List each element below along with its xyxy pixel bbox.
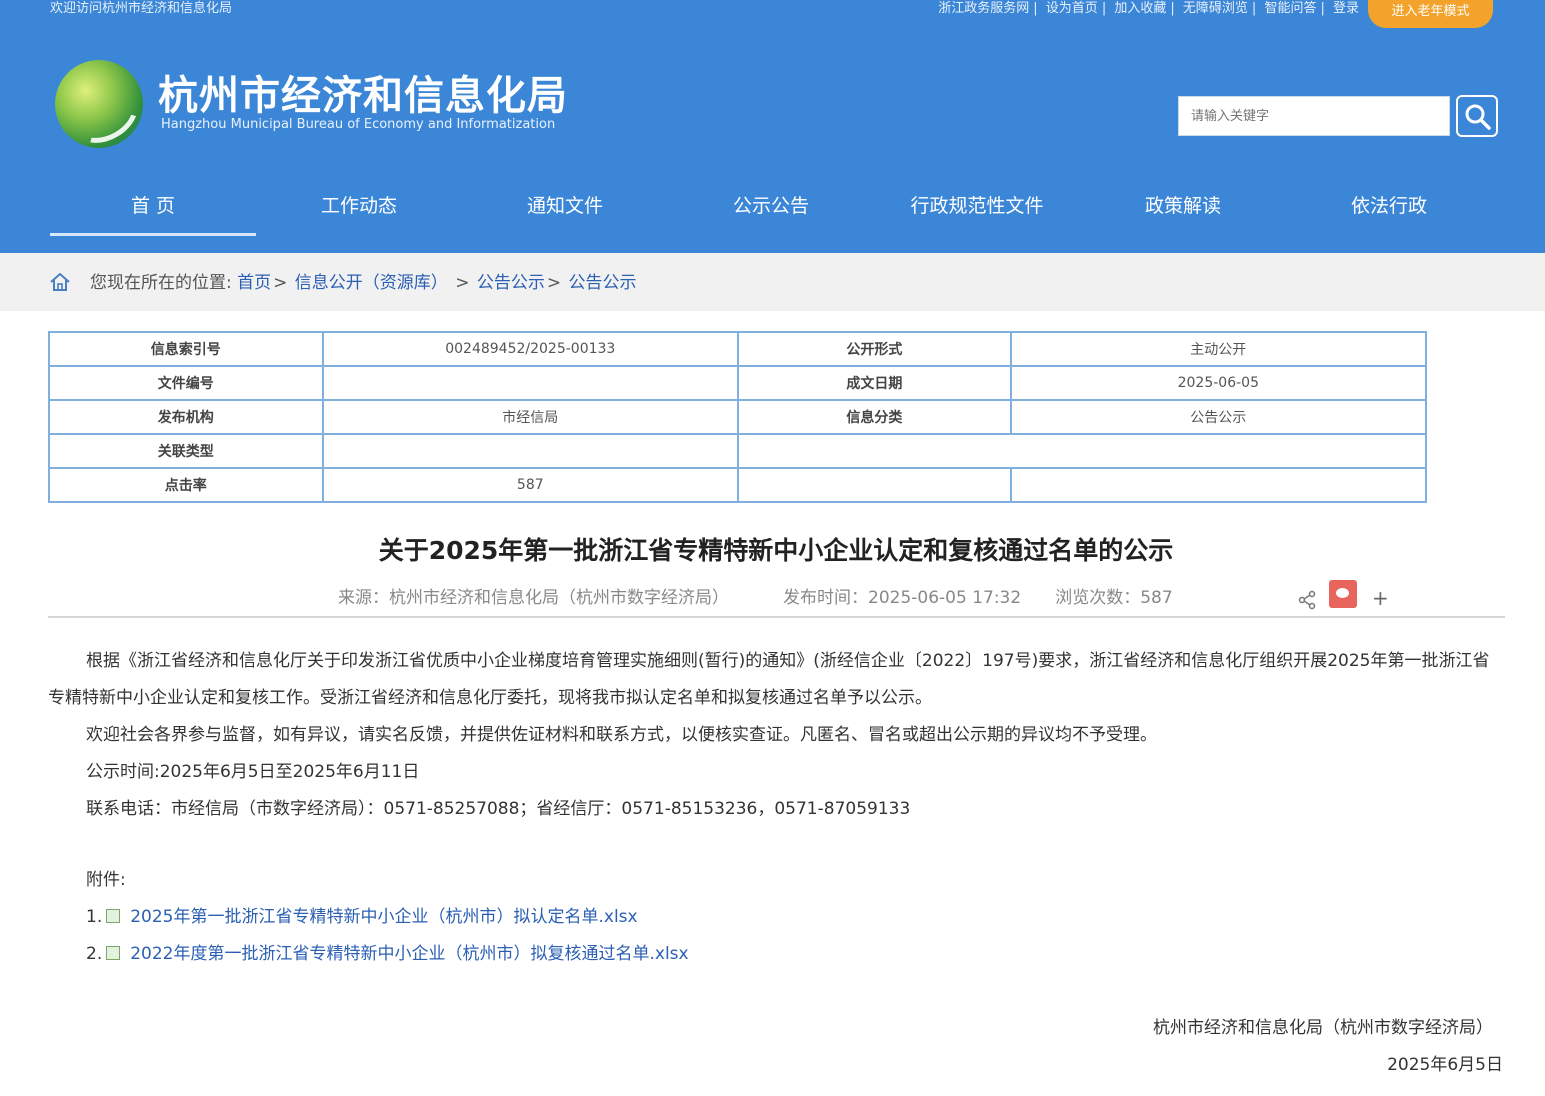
- empty-cell: [737, 433, 1427, 469]
- publisher-label: 发布机构: [48, 399, 324, 435]
- signature-org: 杭州市经济和信息化局（杭州市数字经济局）: [1153, 1018, 1493, 1038]
- link-zj-gov-service[interactable]: 浙江政务服务网: [938, 1, 1029, 16]
- breadcrumb-prefix: 您现在所在的位置:: [90, 273, 232, 293]
- nav-notices[interactable]: 通知文件: [462, 180, 668, 236]
- empty-cell: [1009, 467, 1428, 503]
- signature-date: 2025年6月5日: [1387, 1055, 1503, 1075]
- category-value: 公告公示: [1009, 399, 1428, 435]
- excel-file-icon: [106, 946, 121, 960]
- breadcrumb-info-open[interactable]: 信息公开（资源库）: [295, 273, 448, 293]
- doc-no-label: 文件编号: [48, 365, 324, 401]
- more-share-icon[interactable]: +: [1372, 586, 1389, 610]
- excel-file-icon: [106, 909, 121, 923]
- attachment-link-2[interactable]: 2022年度第一批浙江省专精特新中小企业（杭州市）拟复核通过名单.xlsx: [130, 944, 688, 964]
- article-info: 来源：杭州市经济和信息化局（杭州市数字经济局） 发布时间：2025-06-05 1…: [338, 586, 1173, 610]
- breadcrumb-announcements[interactable]: 公告公示: [477, 273, 545, 293]
- welcome-text: 欢迎访问杭州市经济和信息化局: [50, 1, 233, 16]
- table-row: 信息索引号 002489452/2025-00133 公开形式 主动公开: [48, 331, 1428, 367]
- link-smart-qa[interactable]: 智能问答: [1264, 1, 1316, 16]
- link-login[interactable]: 登录: [1333, 1, 1359, 16]
- nav-home[interactable]: 首 页: [50, 180, 256, 236]
- search-input[interactable]: [1179, 97, 1449, 135]
- nav-regulations[interactable]: 行政规范性文件: [874, 180, 1080, 236]
- article-body: 根据《浙江省经济和信息化厅关于印发浙江省优质中小企业梯度培育管理实施细则(暂行)…: [48, 643, 1505, 828]
- elder-mode-button[interactable]: 进入老年模式: [1368, 0, 1493, 28]
- search-icon: [1465, 104, 1491, 130]
- table-row: 发布机构 市经信局 信息分类 公告公示: [48, 399, 1428, 435]
- home-icon[interactable]: [48, 270, 72, 294]
- article-publish-time: 发布时间：2025-06-05 17:32: [783, 588, 1022, 608]
- date-label: 成文日期: [737, 365, 1012, 401]
- link-set-homepage[interactable]: 设为首页: [1046, 1, 1098, 16]
- nav-policy-interpretation[interactable]: 政策解读: [1080, 180, 1286, 236]
- site-header: 欢迎访问杭州市经济和信息化局 浙江政务服务网 | 设为首页 | 加入收藏 | 无障碍浏…: [0, 0, 1545, 253]
- related-label: 关联类型: [48, 433, 324, 469]
- nav-law-administration[interactable]: 依法行政: [1286, 180, 1492, 236]
- attachments-label: 附件:: [86, 870, 126, 890]
- link-add-favorite[interactable]: 加入收藏: [1114, 1, 1166, 16]
- search-box: [1178, 96, 1450, 136]
- index-label: 信息索引号: [48, 331, 324, 367]
- paragraph: 联系电话：市经信局（市数字经济局）：0571-85257088；省经信厅：057…: [86, 799, 911, 819]
- publisher-value: 市经信局: [321, 399, 740, 435]
- attachment-item: 1. 2025年第一批浙江省专精特新中小企业（杭州市）拟认定名单.xlsx: [86, 907, 638, 927]
- nav-announcements[interactable]: 公示公告: [668, 180, 874, 236]
- site-subtitle: Hangzhou Municipal Bureau of Economy and…: [161, 117, 556, 132]
- paragraph: 欢迎社会各界参与监督，如有异议，请实名反馈，并提供佐证材料和联系方式，以便核实查…: [86, 725, 1157, 745]
- paragraph: 公示时间:2025年6月5日至2025年6月11日: [86, 762, 420, 782]
- empty-cell: [737, 467, 1012, 503]
- main-nav: 首 页 工作动态 通知文件 公示公告 行政规范性文件 政策解读 依法行政: [50, 180, 1495, 236]
- article-title: 关于2025年第一批浙江省专精特新中小企业认定和复核通过名单的公示: [378, 536, 1174, 565]
- site-title[interactable]: 杭州市经济和信息化局: [158, 72, 568, 120]
- weibo-share-icon[interactable]: [1329, 580, 1357, 608]
- category-label: 信息分类: [737, 399, 1012, 435]
- breadcrumb: 您现在所在的位置: 首页 > 信息公开（资源库） > 公告公示 > 公告公示: [90, 273, 637, 293]
- info-meta-table: 信息索引号 002489452/2025-00133 公开形式 主动公开 文件编…: [48, 331, 1428, 503]
- breadcrumb-bar: 您现在所在的位置: 首页 > 信息公开（资源库） > 公告公示 > 公告公示: [0, 253, 1545, 311]
- date-value: 2025-06-05: [1009, 365, 1428, 401]
- open-form-value: 主动公开: [1009, 331, 1428, 367]
- doc-no-value: [321, 365, 740, 401]
- top-links: 浙江政务服务网 | 设为首页 | 加入收藏 | 无障碍浏览 | 智能问答 | 登录: [938, 1, 1359, 16]
- article-views: 浏览次数：587: [1055, 588, 1173, 608]
- breadcrumb-announcements-current[interactable]: 公告公示: [569, 273, 637, 293]
- clicks-value: 587: [321, 467, 740, 503]
- link-accessibility[interactable]: 无障碍浏览: [1183, 1, 1248, 16]
- search-button[interactable]: [1456, 95, 1498, 137]
- attachment-item: 2. 2022年度第一批浙江省专精特新中小企业（杭州市）拟复核通过名单.xlsx: [86, 944, 689, 964]
- breadcrumb-home[interactable]: 首页: [237, 273, 271, 293]
- share-icon[interactable]: [1297, 590, 1317, 610]
- related-value: [321, 433, 740, 469]
- index-value: 002489452/2025-00133: [321, 331, 740, 367]
- table-row: 点击率 587: [48, 467, 1428, 503]
- table-row: 关联类型: [48, 433, 1427, 469]
- divider: [48, 616, 1505, 618]
- open-form-label: 公开形式: [737, 331, 1012, 367]
- article-source: 来源：杭州市经济和信息化局（杭州市数字经济局）: [338, 588, 729, 608]
- nav-work-news[interactable]: 工作动态: [256, 180, 462, 236]
- attachment-link-1[interactable]: 2025年第一批浙江省专精特新中小企业（杭州市）拟认定名单.xlsx: [130, 907, 637, 927]
- clicks-label: 点击率: [48, 467, 324, 503]
- table-row: 文件编号 成文日期 2025-06-05: [48, 365, 1428, 401]
- paragraph: 根据《浙江省经济和信息化厅关于印发浙江省优质中小企业梯度培育管理实施细则(暂行)…: [48, 651, 1490, 708]
